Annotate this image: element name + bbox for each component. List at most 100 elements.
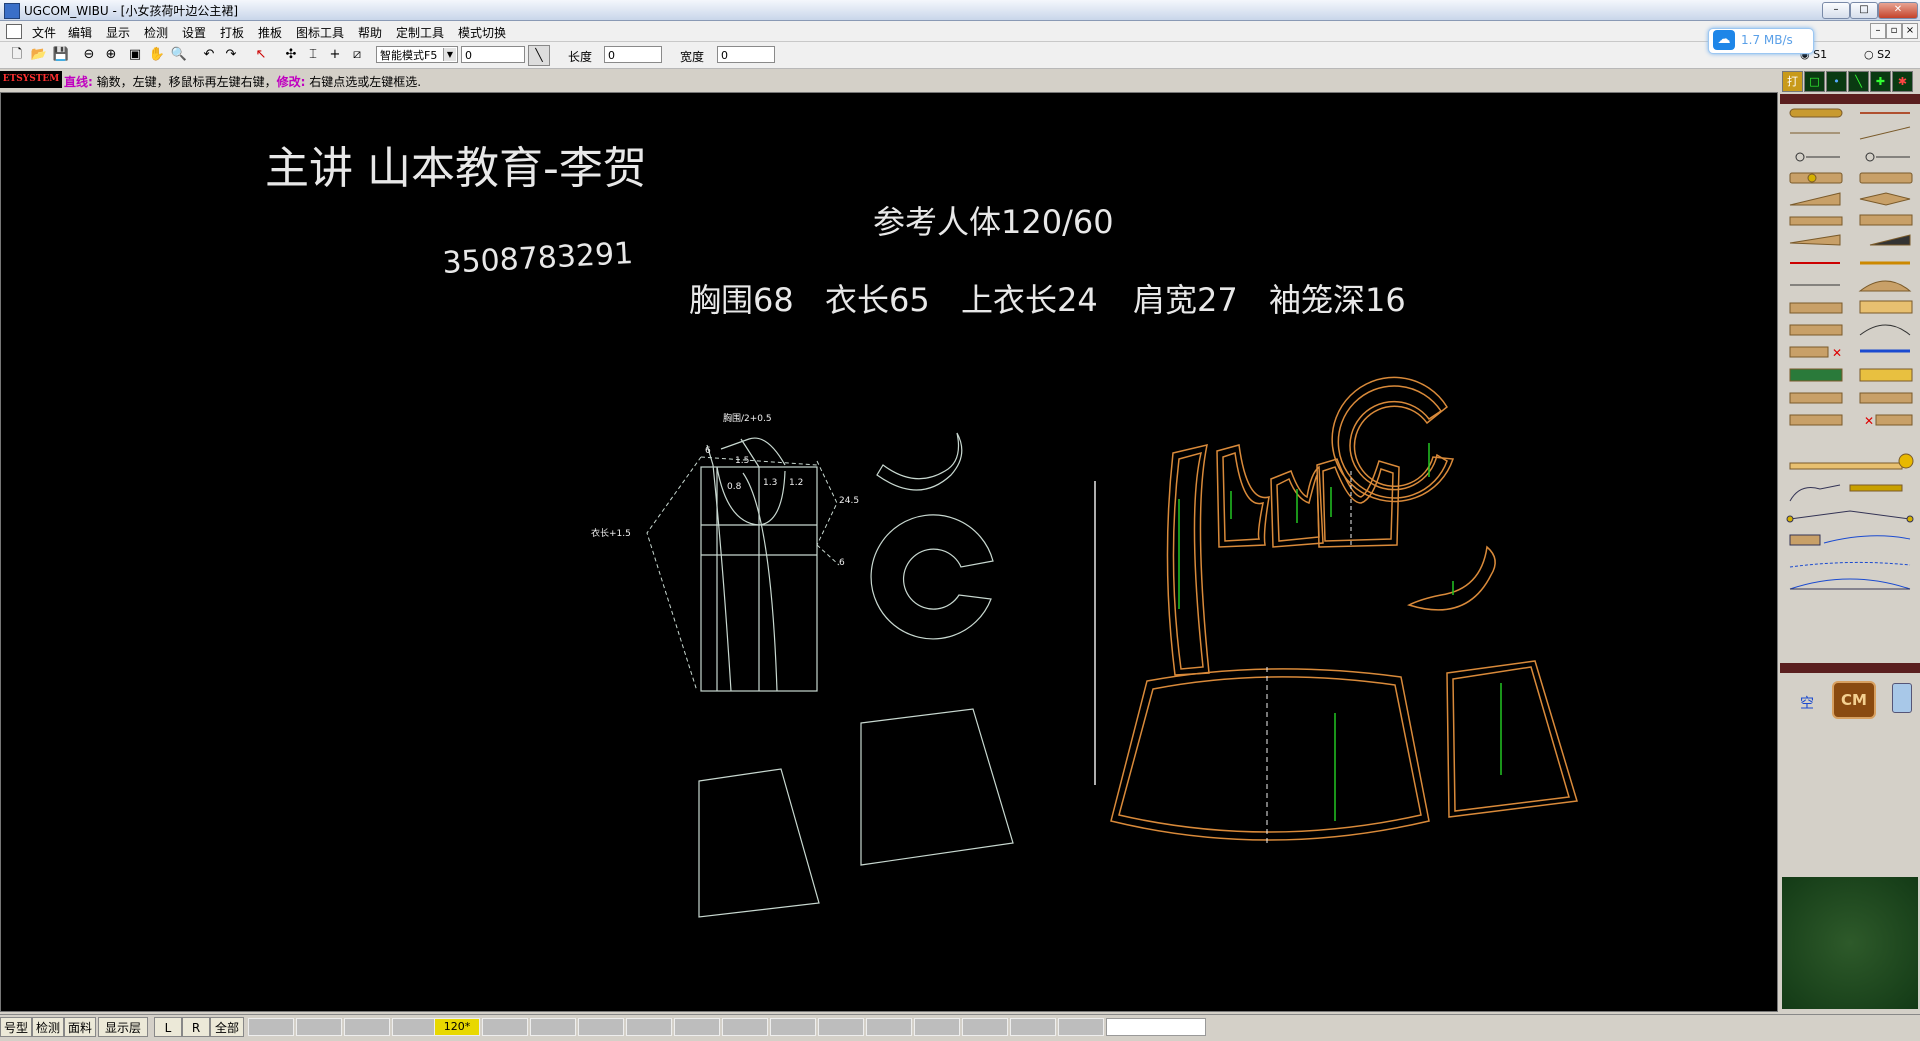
menu-view[interactable]: 显示 — [106, 24, 130, 41]
piece-skirt-front[interactable] — [1110, 668, 1430, 841]
scale-icon[interactable]: ⧄ — [348, 46, 366, 64]
crosshair-icon[interactable]: + — [326, 46, 344, 64]
cloud-icon: ☁ — [1713, 30, 1735, 50]
mdi-restore-button[interactable]: ▫ — [1886, 23, 1902, 39]
measure-shoulder: 肩宽27 — [1133, 281, 1238, 319]
size-slot[interactable] — [962, 1018, 1008, 1036]
tab-size[interactable]: 号型 — [0, 1017, 32, 1037]
size-input[interactable] — [1106, 1018, 1206, 1036]
size-slot[interactable] — [392, 1018, 438, 1036]
maximize-button[interactable]: □ — [1850, 2, 1878, 19]
tool-name: 直线: — [64, 75, 93, 89]
line-tool-icon[interactable]: ╲ — [528, 45, 550, 66]
size-slot-active[interactable]: 120* — [434, 1018, 480, 1036]
mdi-minimize-button[interactable]: – — [1870, 23, 1886, 39]
size-slot[interactable] — [914, 1018, 960, 1036]
draw-mode-button[interactable]: 打 — [1782, 71, 1803, 92]
new-file-icon[interactable]: 🗋 — [8, 46, 26, 64]
cross-button[interactable]: ✚ — [1870, 71, 1891, 92]
piece-front-bodice[interactable] — [1216, 444, 1270, 548]
align-icon[interactable]: ⌶ — [304, 46, 322, 64]
network-speed: 1.7 MB/s — [1741, 33, 1793, 47]
network-speed-badge[interactable]: ☁ 1.7 MB/s — [1708, 28, 1814, 54]
menu-edit[interactable]: 编辑 — [68, 24, 92, 41]
size-slot[interactable] — [722, 1018, 768, 1036]
menu-help[interactable]: 帮助 — [358, 24, 382, 41]
full-view-icon[interactable]: ▣ — [126, 46, 144, 64]
mode-select[interactable]: 智能模式F5 ▼ — [376, 46, 458, 63]
chevron-down-icon[interactable]: ▼ — [443, 48, 456, 61]
prompt-bar: ETSYSTEM 直线: 输数，左键，移鼠标再左键右键，修改: 右键点选或左键框… — [0, 69, 1780, 91]
draft-collar-small[interactable] — [876, 432, 963, 491]
zoom-in-icon[interactable]: ⊕ — [102, 46, 120, 64]
redo-icon[interactable]: ↷ — [222, 46, 240, 64]
star-button[interactable]: ✱ — [1892, 71, 1913, 92]
reference-text: 参考人体120/60 — [873, 203, 1114, 241]
size-slot[interactable] — [1058, 1018, 1104, 1036]
move-icon[interactable]: ✣ — [282, 46, 300, 64]
menu-icon-tools[interactable]: 图标工具 — [296, 24, 344, 41]
point-button[interactable]: • — [1826, 71, 1847, 92]
size-slot[interactable] — [818, 1018, 864, 1036]
calculator-icon[interactable] — [1892, 683, 1912, 713]
close-button[interactable]: ✕ — [1878, 2, 1918, 19]
label-6-hem: 6 — [839, 558, 845, 568]
piece-sleeve-strip[interactable] — [1166, 444, 1210, 676]
draft-skirt-piece-a[interactable] — [698, 768, 820, 918]
s2-radio[interactable]: ○ S2 — [1864, 48, 1891, 61]
menu-mode-switch[interactable]: 模式切换 — [458, 24, 506, 41]
document-icon[interactable] — [6, 24, 22, 39]
cm-unit-button[interactable]: CM — [1832, 681, 1876, 719]
menu-pattern[interactable]: 打板 — [220, 24, 244, 41]
piece-skirt-back[interactable] — [1446, 660, 1578, 818]
draft-labels: 胸围/2+0.5 衣长+1.5 6 1.5 0.8 1.3 1.2 24.5 6 — [591, 412, 859, 568]
zoom-window-icon[interactable]: 🔍 — [170, 46, 188, 64]
menu-file[interactable]: 文件 — [32, 24, 56, 41]
save-icon[interactable]: 💾 — [52, 46, 70, 64]
size-slot[interactable] — [674, 1018, 720, 1036]
minimize-button[interactable]: – — [1822, 2, 1850, 19]
length-input[interactable]: 0 — [604, 46, 662, 63]
menu-check[interactable]: 检测 — [144, 24, 168, 41]
drawing-canvas[interactable]: 主讲 山本教育-李贺 3508783291 参考人体120/60 胸围68 衣长… — [0, 92, 1778, 1012]
tab-check[interactable]: 检测 — [32, 1017, 64, 1037]
draft-skirt-piece-b[interactable] — [860, 708, 1014, 866]
mdi-close-button[interactable]: × — [1902, 23, 1918, 39]
size-slot[interactable] — [344, 1018, 390, 1036]
value-input[interactable]: 0 — [461, 46, 525, 63]
size-slot[interactable] — [1010, 1018, 1056, 1036]
tab-right[interactable]: R — [182, 1017, 210, 1037]
tab-fabric[interactable]: 面料 — [64, 1017, 96, 1037]
size-slot[interactable] — [296, 1018, 342, 1036]
tab-all[interactable]: 全部 — [210, 1017, 244, 1037]
size-slot[interactable] — [482, 1018, 528, 1036]
open-folder-icon[interactable]: 📂 — [30, 46, 48, 64]
tool-grid[interactable]: ✕ ✕ — [1780, 105, 1920, 505]
s2-label: S2 — [1877, 48, 1892, 61]
curve-tool-grid[interactable] — [1780, 509, 1920, 619]
menu-grading[interactable]: 推板 — [258, 24, 282, 41]
size-slot[interactable] — [770, 1018, 816, 1036]
label-length-formula: 衣长+1.5 — [591, 527, 631, 539]
menu-settings[interactable]: 设置 — [182, 24, 206, 41]
panel-separator-mid — [1780, 663, 1920, 673]
size-slot[interactable] — [626, 1018, 672, 1036]
kong-button[interactable]: 空 — [1800, 693, 1814, 713]
undo-icon[interactable]: ↶ — [200, 46, 218, 64]
menu-custom-tools[interactable]: 定制工具 — [396, 24, 444, 41]
tab-left[interactable]: L — [154, 1017, 182, 1037]
pan-hand-icon[interactable]: ✋ — [148, 46, 166, 64]
size-slot[interactable] — [530, 1018, 576, 1036]
bodice-draft[interactable] — [700, 437, 818, 692]
frame-button[interactable]: □ — [1804, 71, 1825, 92]
size-slot[interactable] — [866, 1018, 912, 1036]
size-slot[interactable] — [578, 1018, 624, 1036]
select-delete-icon[interactable]: ↖ — [252, 46, 270, 64]
width-input[interactable]: 0 — [717, 46, 775, 63]
size-slot[interactable] — [248, 1018, 294, 1036]
draft-collar-round[interactable] — [870, 514, 994, 640]
zoom-out-icon[interactable]: ⊖ — [80, 46, 98, 64]
line-button[interactable]: ╲ — [1848, 71, 1869, 92]
tab-display-layer[interactable]: 显示层 — [98, 1017, 148, 1037]
piece-collar-small[interactable] — [1406, 545, 1496, 611]
